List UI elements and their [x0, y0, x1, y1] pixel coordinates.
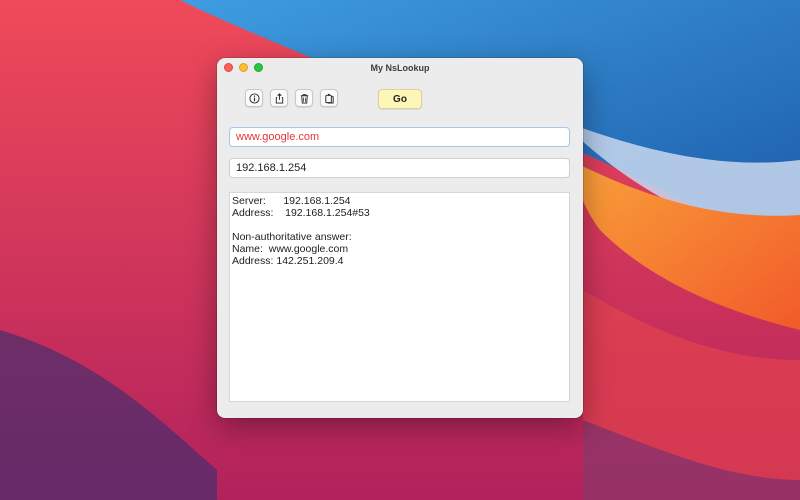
- hostname-input[interactable]: www.google.com: [229, 127, 570, 147]
- output-line: Address: 192.168.1.254#53: [232, 207, 370, 219]
- lookup-output: Server: 192.168.1.254 Address: 192.168.1…: [229, 192, 570, 402]
- zoom-button[interactable]: [254, 63, 263, 72]
- window-title: My NsLookup: [370, 63, 430, 73]
- share-icon: [275, 92, 283, 104]
- delete-button[interactable]: [295, 89, 313, 107]
- output-line: Non-authoritative answer:: [232, 231, 352, 243]
- toolbar: Go: [217, 89, 583, 109]
- window-controls: [224, 63, 263, 72]
- close-button[interactable]: [224, 63, 233, 72]
- info-button[interactable]: [245, 89, 263, 107]
- minimize-button[interactable]: [239, 63, 248, 72]
- copy-button[interactable]: [320, 89, 338, 107]
- output-line: Server: 192.168.1.254: [232, 195, 351, 207]
- share-button[interactable]: [270, 89, 288, 107]
- dns-server-input[interactable]: 192.168.1.254: [229, 158, 570, 178]
- output-line: Address: 142.251.209.4: [232, 255, 344, 267]
- go-button[interactable]: Go: [378, 89, 422, 109]
- output-line: Name: www.google.com: [232, 243, 349, 255]
- copy-icon: [324, 93, 334, 104]
- info-icon: [248, 92, 260, 104]
- title-bar: My NsLookup: [217, 58, 583, 78]
- app-window: My NsLookup Go www.google.com 192.168.1.…: [217, 58, 583, 418]
- trash-icon: [300, 93, 308, 104]
